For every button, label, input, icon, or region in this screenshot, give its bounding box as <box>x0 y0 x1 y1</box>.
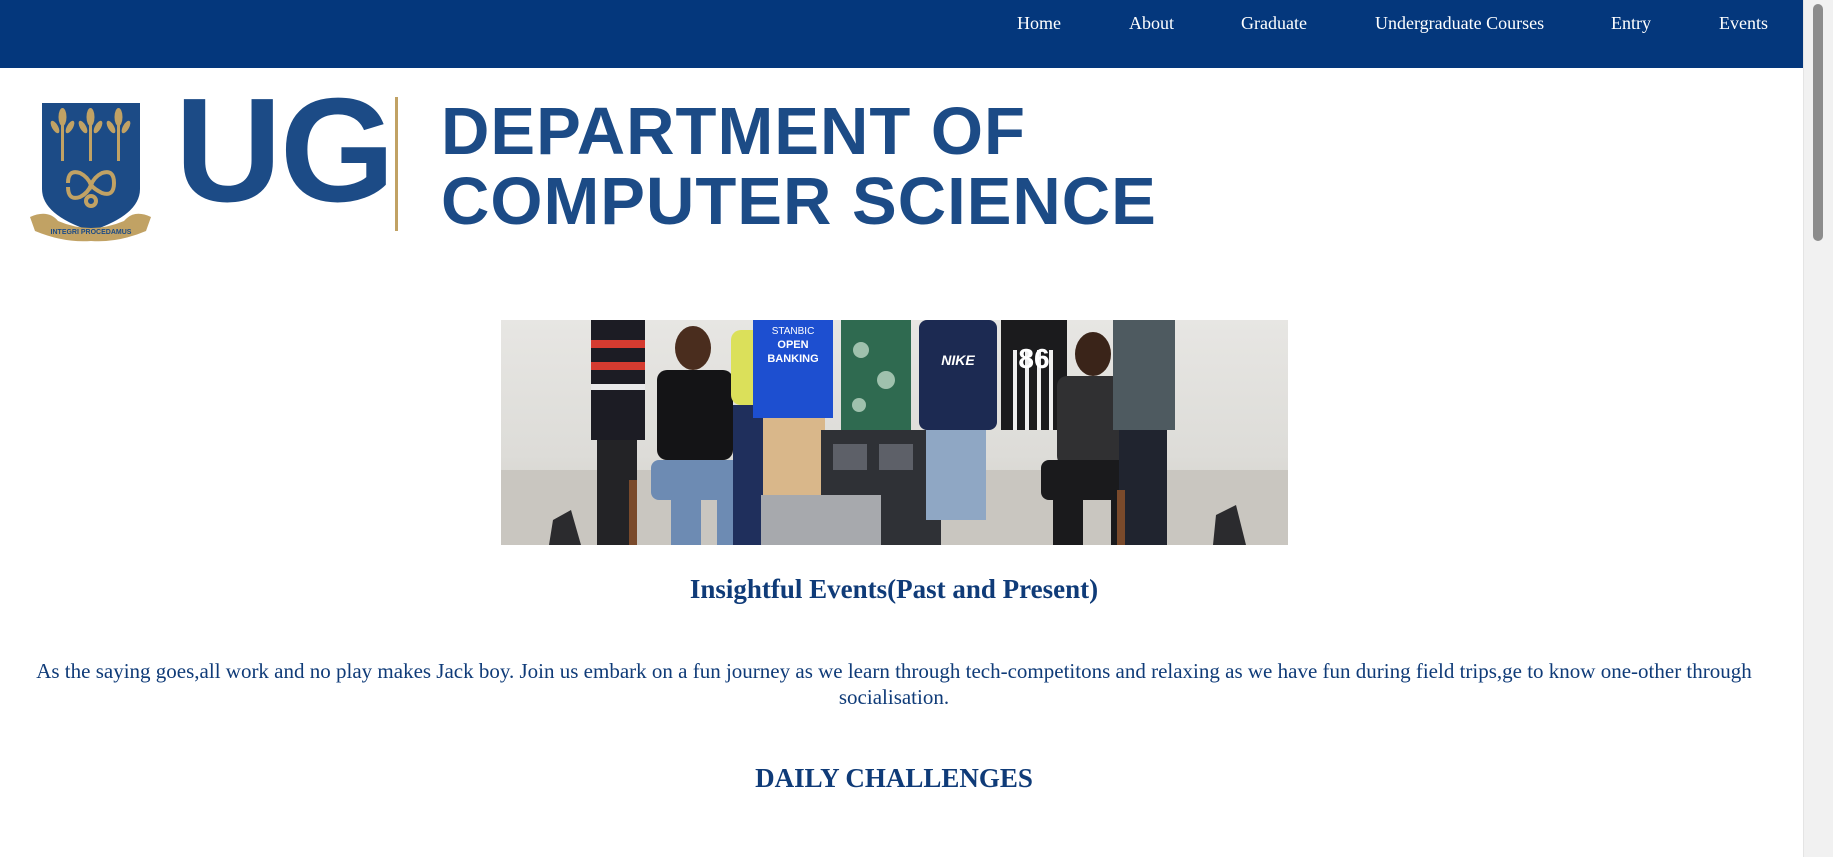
svg-text:NIKE: NIKE <box>941 352 975 368</box>
top-navbar: Home About Graduate Undergraduate Course… <box>0 0 1803 68</box>
logo-department-line1: DEPARTMENT OF <box>441 94 1026 169</box>
page: Home About Graduate Undergraduate Course… <box>0 0 1803 857</box>
svg-text:OPEN: OPEN <box>777 339 808 351</box>
logo-acronym: UG <box>175 68 395 233</box>
daily-challenges-heading: DAILY CHALLENGES <box>755 763 1033 793</box>
svg-text:BANKING: BANKING <box>767 353 818 365</box>
svg-text:86: 86 <box>1018 343 1049 374</box>
nav-home-link[interactable]: Home <box>1017 0 1061 46</box>
logo-divider <box>395 97 398 231</box>
events-intro-paragraph: As the saying goes,all work and no play … <box>36 659 1752 709</box>
vertical-scrollbar[interactable] <box>1803 0 1833 857</box>
logo-department-line2: COMPUTER SCIENCE <box>441 164 1157 239</box>
nav-undergraduate-courses-link[interactable]: Undergraduate Courses <box>1375 0 1544 46</box>
svg-text:INTEGRI PROCEDAMUS: INTEGRI PROCEDAMUS <box>51 229 132 236</box>
nav-events-link[interactable]: Events <box>1719 0 1768 46</box>
ug-crest-icon: INTEGRI PROCEDAMUS <box>30 103 151 242</box>
nav-graduate-link[interactable]: Graduate <box>1241 0 1307 46</box>
nav-about-link[interactable]: About <box>1129 0 1174 46</box>
nav-entry-link[interactable]: Entry <box>1611 0 1651 46</box>
events-heading: Insightful Events(Past and Present) <box>689 574 1099 604</box>
students-photo-illustration: STANBIC OPEN BANKING NIKE 86 <box>501 320 1288 545</box>
department-logo[interactable]: INTEGRI PROCEDAMUS UG DEPARTMENT OF COMP… <box>28 77 1156 248</box>
hero-group-photo: STANBIC OPEN BANKING NIKE 86 <box>501 320 1288 545</box>
scrollbar-thumb[interactable] <box>1813 4 1823 241</box>
svg-text:STANBIC: STANBIC <box>772 326 815 337</box>
